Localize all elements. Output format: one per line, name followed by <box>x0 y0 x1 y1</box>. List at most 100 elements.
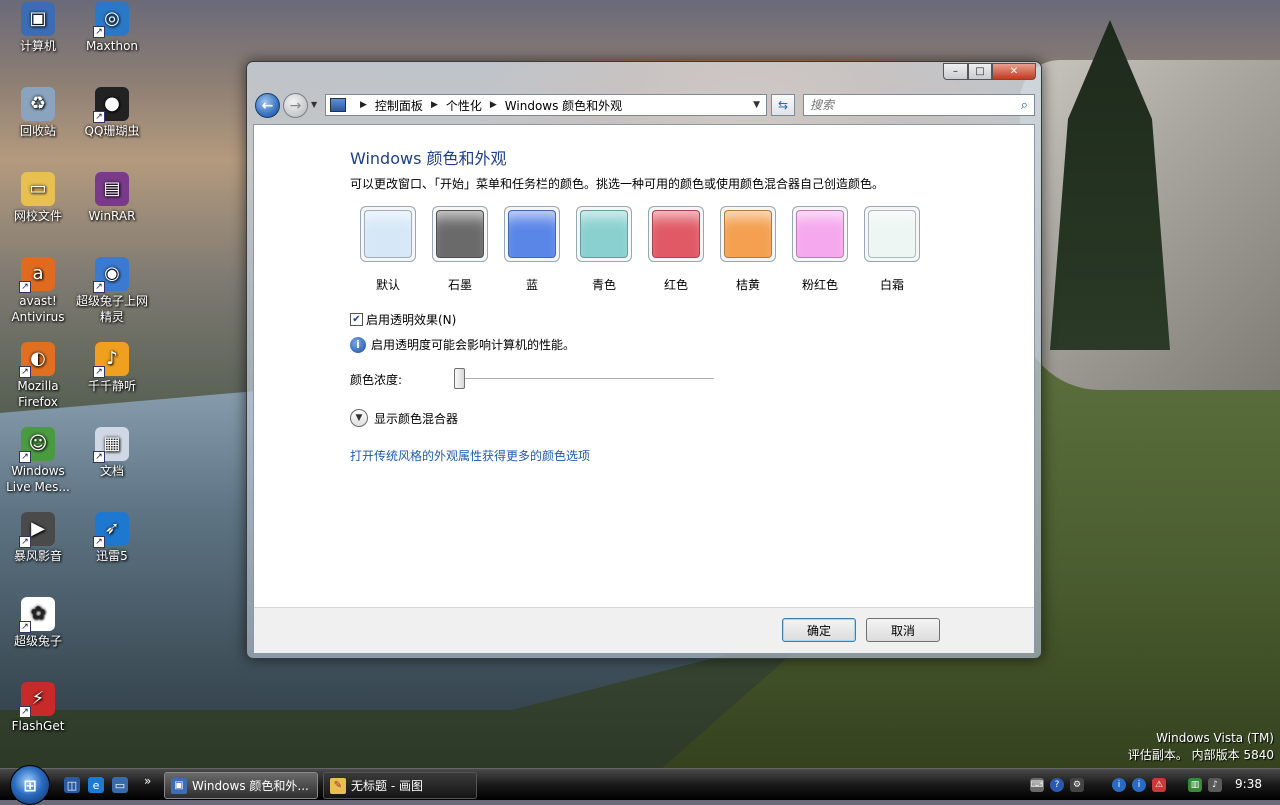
navigation-bar: ← → ▼ ▶ 控制面板 ▶ 个性化 ▶ Windows 颜色和外观 ▼ ⇆ ⌕ <box>253 90 1035 120</box>
breadcrumb-separator-icon: ▶ <box>489 100 497 110</box>
color-swatch-blue[interactable]: 蓝 <box>504 206 560 293</box>
swatch-label: 青色 <box>591 278 616 292</box>
os-build: 评估副本。 内部版本 5840 <box>1127 748 1274 762</box>
swatch-color <box>580 210 628 258</box>
page-description: 可以更改窗口、「开始」菜单和任务栏的颜色。挑选一种可用的颜色或使用颜色混合器自己… <box>350 177 885 191</box>
search-input[interactable] <box>804 97 1004 113</box>
desktop-icon-flashget[interactable]: ⚡ ↗ FlashGet <box>0 682 76 734</box>
minimize-button[interactable]: – <box>943 63 968 80</box>
network-icon[interactable]: ▥ <box>1188 778 1202 792</box>
color-intensity-track[interactable] <box>456 378 714 380</box>
desktop-icon-avast[interactable]: a ↗ avast! Antivirus <box>0 257 76 325</box>
swatch-label: 蓝 <box>525 278 538 292</box>
desktop-icon-label: avast! Antivirus <box>11 294 65 324</box>
desktop-icon-folder[interactable]: ▭ 网校文件 <box>0 172 76 224</box>
maxthon-icon: ◎ ↗ <box>93 2 129 38</box>
forward-button[interactable]: → <box>283 93 308 118</box>
color-swatch-graphite[interactable]: 石墨 <box>432 206 488 293</box>
desktop-icon-maxthon[interactable]: ◎ ↗ Maxthon <box>74 2 150 54</box>
color-mixer-label[interactable]: 显示颜色混合器 <box>374 410 458 427</box>
desktop-icon-storm-player[interactable]: ▶ ↗ 暴风影音 <box>0 512 76 564</box>
swatch-label: 默认 <box>375 278 400 292</box>
desktop-icon-messenger[interactable]: ☺ ↗ Windows Live Mes... <box>0 427 76 495</box>
desktop-icon-ttplayer[interactable]: ♪ ↗ 千千静听 <box>74 342 150 394</box>
color-swatch-teal[interactable]: 青色 <box>576 206 632 293</box>
desktop-icon-rabbit[interactable]: ✿ ↗ 超级兔子 <box>0 597 76 649</box>
color-swatch-orange[interactable]: 桔黄 <box>720 206 776 293</box>
search-box[interactable]: ⌕ <box>803 94 1035 116</box>
desktop-icon-computer[interactable]: ▣ 计算机 <box>0 2 76 54</box>
desktop-icon-label: 超级兔子上网精灵 <box>75 294 148 324</box>
recent-pages-dropdown[interactable]: ▼ <box>311 100 317 109</box>
swatch-frame <box>720 206 776 262</box>
taskbar: ⊞ ◫ e ▭ » ▣ Windows 颜色和外... ✎ 无标题 - 画图 ⌨… <box>0 765 1280 805</box>
transparency-checkbox[interactable]: ✔ <box>350 313 363 326</box>
desktop-icon-documents[interactable]: ▦ ↗ 文档 <box>74 427 150 479</box>
color-mixer-expander[interactable]: ▼ 显示颜色混合器 <box>350 409 990 427</box>
address-dropdown-icon[interactable]: ▼ <box>753 100 760 110</box>
quick-launch-more-button[interactable]: » <box>144 774 151 788</box>
help-icon[interactable]: ? <box>1050 778 1064 792</box>
desktop-icon-rabbit-browser[interactable]: ◉ ↗ 超级兔子上网精灵 <box>74 257 150 325</box>
ok-button[interactable]: 确定 <box>782 618 856 642</box>
desktop-icon-qq[interactable]: ● ↗ QQ珊瑚虫 <box>74 87 150 139</box>
color-swatch-default[interactable]: 默认 <box>360 206 416 293</box>
qq-penguin-icon: ● ↗ <box>93 87 129 123</box>
swatch-label: 红色 <box>663 278 688 292</box>
thunder-icon: ➶ ↗ <box>93 512 129 548</box>
start-button[interactable]: ⊞ <box>10 765 50 805</box>
transparency-label[interactable]: 启用透明效果(N) <box>366 311 456 328</box>
firefox-icon: ◐ ↗ <box>19 342 55 378</box>
swatch-frame <box>360 206 416 262</box>
desktop-icon-winrar[interactable]: ▤ WinRAR <box>74 172 150 224</box>
color-swatch-frost[interactable]: 白霜 <box>864 206 920 293</box>
breadcrumb-separator-icon: ▶ <box>360 100 367 110</box>
tray-tool-icon[interactable]: ⚙ <box>1070 778 1084 792</box>
swatch-color <box>724 210 772 258</box>
desktop-icon-label: 回收站 <box>19 124 56 138</box>
transparency-option[interactable]: ✔ 启用透明效果(N) <box>350 311 990 328</box>
classic-appearance-link[interactable]: 打开传统风格的外观属性获得更多的颜色选项 <box>350 447 990 464</box>
desktop-icon-thunder[interactable]: ➶ ↗ 迅雷5 <box>74 512 150 564</box>
desktop-icon-label: 计算机 <box>19 39 56 53</box>
taskbar-button-paint[interactable]: ✎ 无标题 - 画图 <box>323 772 477 799</box>
desktop-icon-label: 千千静听 <box>87 379 136 393</box>
internet-explorer-icon[interactable]: e <box>88 777 104 793</box>
show-desktop-icon[interactable]: ◫ <box>64 777 80 793</box>
security-alert-icon[interactable]: ⚠ <box>1152 778 1166 792</box>
refresh-button[interactable]: ⇆ <box>771 94 795 116</box>
search-icon[interactable]: ⌕ <box>1021 98 1028 113</box>
color-swatch-pink[interactable]: 粉红色 <box>792 206 848 293</box>
breadcrumb-color-appearance[interactable]: Windows 颜色和外观 <box>505 97 622 114</box>
back-button[interactable]: ← <box>255 93 280 118</box>
swatch-color <box>796 210 844 258</box>
swatch-label: 白霜 <box>879 278 904 292</box>
taskbar-button-color-appearance[interactable]: ▣ Windows 颜色和外... <box>164 772 318 799</box>
volume-icon[interactable]: ♪ <box>1208 778 1222 792</box>
breadcrumb-personalization[interactable]: 个性化 <box>446 97 482 114</box>
clock[interactable]: 9:38 <box>1235 777 1262 791</box>
control-panel-window: – □ ✕ ← → ▼ ▶ 控制面板 ▶ 个性化 ▶ Windows 颜色和外观… <box>246 61 1042 659</box>
swatch-color <box>436 210 484 258</box>
desktop-icon-label: 网校文件 <box>13 209 62 223</box>
tray-app-icon[interactable]: i <box>1132 778 1146 792</box>
desktop-icon-firefox[interactable]: ◐ ↗ Mozilla Firefox <box>0 342 76 410</box>
color-swatch-red[interactable]: 红色 <box>648 206 704 293</box>
computer-icon: ▣ <box>21 2 55 36</box>
color-intensity-slider[interactable] <box>454 368 465 389</box>
document-icon: ▦ ↗ <box>93 427 129 463</box>
chevron-down-icon[interactable]: ▼ <box>350 409 368 427</box>
maximize-button[interactable]: □ <box>968 63 992 80</box>
desktop-icon-label: Windows Live Mes... <box>6 464 70 494</box>
breadcrumb-control-panel[interactable]: 控制面板 <box>375 97 423 114</box>
keyboard-icon[interactable]: ⌨ <box>1030 778 1044 792</box>
ttplayer-icon: ♪ ↗ <box>93 342 129 378</box>
cancel-button[interactable]: 取消 <box>866 618 940 642</box>
switch-windows-icon[interactable]: ▭ <box>112 777 128 793</box>
info-icon[interactable]: i <box>1112 778 1126 792</box>
close-button[interactable]: ✕ <box>992 63 1036 80</box>
desktop-icon-recycle-bin[interactable]: ♻ 回收站 <box>0 87 76 139</box>
address-bar[interactable]: ▶ 控制面板 ▶ 个性化 ▶ Windows 颜色和外观 ▼ <box>325 94 767 116</box>
control-panel-icon: ▣ <box>171 777 187 794</box>
desktop-icon-label: FlashGet <box>11 719 65 733</box>
